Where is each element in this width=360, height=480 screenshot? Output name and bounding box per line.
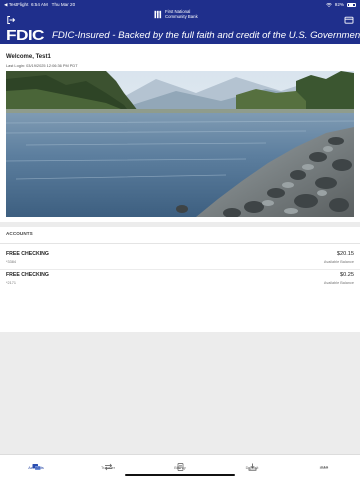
tab-label: Deposit [245,466,259,470]
account-balance-label: Available Balance [323,260,354,264]
account-balance-label: Available Balance [323,281,354,285]
hero-lake-image [6,71,354,217]
tab-more[interactable]: More [288,455,360,480]
wallet-icon[interactable] [344,12,354,24]
account-balance: $0.25 [340,272,354,278]
fdic-banner: FDIC FDIC-Insured - Backed by the full f… [0,26,360,44]
tab-label: More [319,466,329,470]
account-balance: $20.15 [336,251,354,257]
tab-billpay[interactable]: BillPay [144,455,216,480]
account-number: *3384 [6,260,16,264]
battery-icon [347,2,356,7]
bottom-tab-bar: Accounts Transfer BillPay Deposit More [0,454,360,480]
fdic-logo: FDIC [6,26,45,44]
account-name: FREE CHECKING [6,272,49,278]
account-name: FREE CHECKING [6,251,49,257]
battery-percent: 92% [334,2,344,7]
more-icon [320,458,329,468]
account-row[interactable]: FREE CHECKING *2171 $0.25 Available Bala… [0,270,360,290]
tab-label: BillPay [174,466,186,470]
tab-accounts[interactable]: Accounts [0,455,72,480]
tab-transfer[interactable]: Transfer [72,455,144,480]
account-row[interactable]: FREE CHECKING *3384 $20.15 Available Bal… [0,249,360,270]
wifi-icon [325,2,332,7]
accounts-card: ACCOUNTS FREE CHECKING *3384 $20.15 Avai… [0,227,360,332]
status-bar: ◀ TestFlight 6:54 AM Thu Mar 20 92% [0,0,360,9]
tab-deposit[interactable]: Deposit [216,455,288,480]
billpay-icon [176,458,185,471]
app-header: ◀ TestFlight 6:54 AM Thu Mar 20 92% Firs… [0,0,360,44]
last-login-text: Last Login: 03/19/2025 12:06:36 PM PDT [6,63,78,68]
accounts-header: ACCOUNTS [6,231,33,236]
transfer-icon [104,458,113,471]
welcome-card: Welcome, Test1 Last Login: 03/19/2025 12… [0,44,360,222]
divider [0,243,360,244]
status-date: Thu Mar 20 [51,2,76,7]
accounts-icon [32,458,41,470]
bank-logo: First National Community Bank [154,9,199,19]
status-time: 6:54 AM [30,2,48,7]
deposit-icon [248,458,257,471]
fdic-disclaimer: FDIC-Insured - Backed by the full faith … [52,29,360,41]
account-number: *2171 [6,281,16,285]
bank-logo-mark-icon [154,10,162,19]
logout-icon[interactable] [6,12,16,24]
back-to-testflight-link[interactable]: ◀ TestFlight [4,2,28,7]
bank-name-line2: Community Bank [165,13,198,19]
tab-label: Accounts [28,466,44,470]
main-content: Welcome, Test1 Last Login: 03/19/2025 12… [0,44,360,454]
tab-label: Transfer [101,466,115,470]
welcome-title: Welcome, Test1 [6,54,51,60]
